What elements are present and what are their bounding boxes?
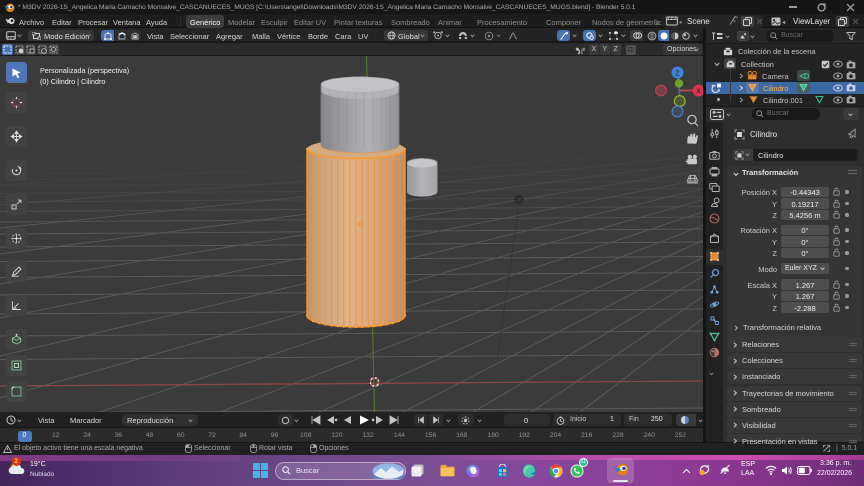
svg-text:X: X xyxy=(696,88,701,95)
svg-text:Z: Z xyxy=(675,70,680,77)
